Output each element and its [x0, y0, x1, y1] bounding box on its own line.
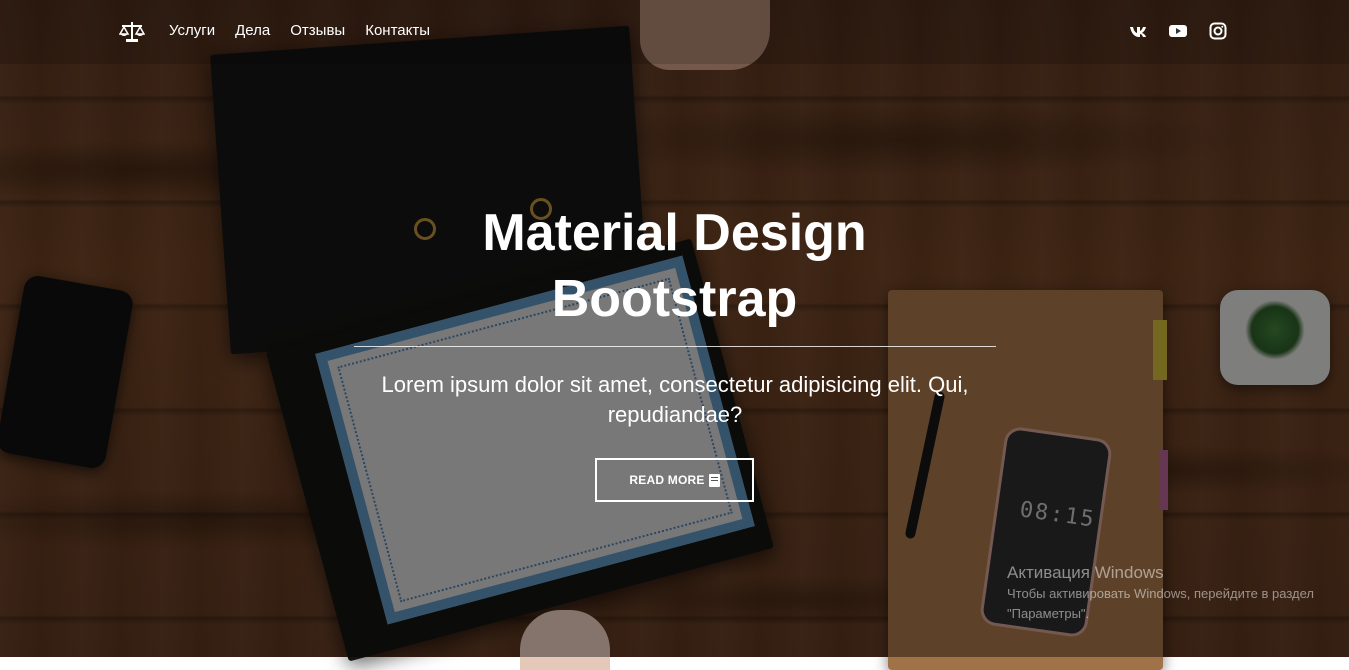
- book-icon: [708, 473, 720, 487]
- hero-text: Lorem ipsum dolor sit amet, consectetur …: [381, 372, 969, 427]
- nav-links: Услуги Дела Отзывы Контакты: [169, 22, 430, 39]
- nav-link-contacts[interactable]: Контакты: [365, 22, 430, 39]
- nav-link-cases[interactable]: Дела: [235, 22, 270, 39]
- hero-title-line2: Bootstrap: [551, 270, 798, 328]
- hero-title-line1: Material Design: [482, 204, 867, 262]
- scales-icon[interactable]: [118, 20, 146, 44]
- nav-link-reviews[interactable]: Отзывы: [290, 22, 345, 39]
- watermark-text: Чтобы активировать Windows, перейдите в …: [1007, 586, 1314, 621]
- vk-icon[interactable]: [1129, 22, 1147, 40]
- watermark-title: Активация Windows: [1007, 563, 1164, 582]
- social-links: [1129, 22, 1227, 40]
- navbar: Услуги Дела Отзывы Контакты: [0, 0, 1349, 64]
- windows-activation-watermark: Активация Windows Чтобы активировать Win…: [1007, 562, 1327, 624]
- hero-divider: [354, 346, 996, 347]
- hero-title: Material Design Bootstrap: [0, 200, 1349, 332]
- instagram-icon[interactable]: [1209, 22, 1227, 40]
- read-more-button[interactable]: READ MORE: [595, 458, 754, 502]
- read-more-label: READ MORE: [629, 473, 705, 487]
- nav-link-services[interactable]: Услуги: [169, 22, 215, 39]
- youtube-icon[interactable]: [1169, 22, 1187, 40]
